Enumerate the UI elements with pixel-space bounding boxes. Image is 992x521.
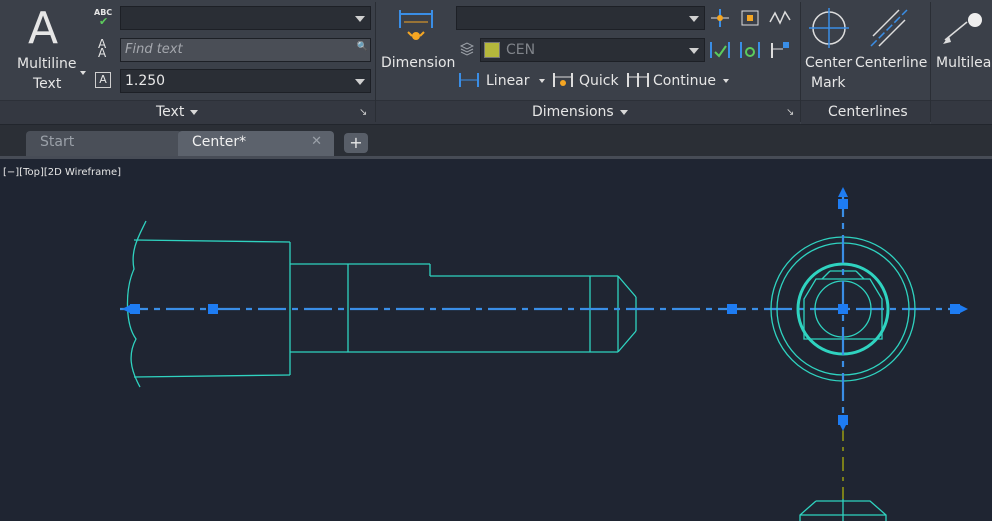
update-dimension-icon[interactable] [739, 40, 761, 60]
grip-square[interactable] [208, 304, 218, 314]
tolerance-icon[interactable] [709, 8, 731, 28]
centerline-button[interactable]: Centerline [855, 2, 927, 98]
dimensions-panel: Dimension CEN Linear Quick Continue Dime… [376, 0, 800, 124]
letter-a-icon: A [28, 3, 59, 54]
multileader-icon [943, 13, 982, 44]
multiline-text-button[interactable]: A Multiline Text [6, 2, 90, 98]
text-panel-title: Text [156, 104, 199, 120]
dialog-launcher-icon[interactable]: ↘ [359, 107, 367, 118]
jogged-dimension-icon[interactable] [769, 8, 791, 28]
layer-value: CEN [506, 42, 536, 58]
text-height-icon[interactable]: A [95, 72, 111, 88]
multileader-label: Multilead [936, 55, 992, 71]
centerline-icon [870, 9, 908, 47]
linear-button[interactable]: Linear [458, 71, 546, 91]
center-mark-icon [809, 8, 849, 48]
break-dimension-icon[interactable] [709, 40, 731, 60]
text-panel-footer[interactable]: Text ↘ [0, 100, 376, 124]
grip-square[interactable] [838, 304, 848, 314]
center-mark-button[interactable]: Center Mark [803, 2, 855, 98]
tab-center[interactable]: Center* ✕ [178, 131, 334, 156]
drawing-canvas[interactable] [0, 159, 992, 521]
text-style-icon[interactable]: AA [98, 38, 112, 59]
continue-dimension-icon [627, 73, 649, 87]
chevron-down-icon [689, 16, 699, 22]
centerlines-panel: Center Mark Centerline Centerlines [801, 0, 930, 124]
drawing-viewport[interactable]: [−][Top][2D Wireframe] [0, 156, 992, 521]
text-style-combo[interactable] [120, 6, 371, 30]
quick-label: Quick [579, 73, 619, 89]
dimension-button[interactable]: Dimension [378, 2, 456, 98]
dimensions-panel-title: Dimensions [532, 104, 628, 120]
dimensions-panel-footer[interactable]: Dimensions ↘ [376, 100, 800, 124]
continue-label: Continue [653, 73, 716, 89]
grip-arrow[interactable] [838, 421, 848, 431]
find-replace-icon[interactable]: 🔍 [357, 42, 368, 52]
multileader-button[interactable]: Multilead [935, 2, 992, 98]
bottom-view-geometry [799, 499, 887, 521]
tab-label: Center* [192, 134, 247, 150]
chevron-down-icon [689, 48, 699, 54]
centerlines-panel-title: Centerlines [828, 104, 908, 120]
continue-button[interactable]: Continue [626, 71, 736, 91]
dialog-launcher-icon[interactable]: ↘ [786, 107, 794, 118]
center-mark-label: Center [805, 55, 853, 71]
centerline-label: Centerline [855, 55, 928, 71]
multiline-text-dropdown-icon[interactable] [80, 71, 86, 75]
grip-square[interactable] [838, 199, 848, 209]
close-icon[interactable]: ✕ [311, 134, 322, 149]
inspect-dimension-icon[interactable] [739, 8, 761, 28]
text-height-combo[interactable]: 1.250 [120, 69, 371, 93]
linear-dropdown-icon[interactable] [539, 79, 545, 83]
grip-arrow[interactable] [958, 304, 968, 314]
ribbon: A Multiline Text ABC ✔ AA A Find text 🔍 … [0, 0, 992, 125]
dim-style-combo[interactable] [456, 6, 705, 30]
dimension-label: Dimension [381, 55, 456, 71]
multiline-text-label-2: Text [33, 76, 62, 92]
grip-square[interactable] [727, 304, 737, 314]
layers-icon [460, 42, 474, 56]
continue-dropdown-icon[interactable] [723, 79, 729, 83]
adjust-space-icon[interactable] [769, 40, 791, 60]
dimension-icon [398, 8, 434, 48]
file-tab-bar: Start Center* ✕ + [0, 125, 992, 156]
center-mark-label-2: Mark [811, 75, 846, 91]
chevron-down-icon [355, 79, 365, 85]
find-text-input[interactable]: Find text 🔍 [120, 38, 371, 62]
tab-label: Start [40, 134, 75, 150]
plus-icon: + [349, 133, 363, 152]
shaft-geometry [126, 220, 637, 388]
linear-dimension-icon [459, 73, 479, 87]
quick-dimension-icon [553, 73, 573, 87]
grip-arrow[interactable] [838, 187, 848, 197]
chevron-down-icon [355, 16, 365, 22]
text-panel: A Multiline Text ABC ✔ AA A Find text 🔍 … [0, 0, 376, 124]
check-spelling-icon[interactable]: ABC ✔ [94, 8, 116, 28]
text-height-value: 1.250 [125, 73, 166, 89]
multiline-text-label: Multiline [17, 56, 77, 72]
centerlines-panel-footer: Centerlines [801, 100, 930, 124]
leaders-panel: Multilead [931, 0, 992, 124]
new-tab-button[interactable]: + [344, 133, 368, 153]
find-text-placeholder: Find text [125, 42, 183, 57]
quick-dimension-button[interactable]: Quick [552, 71, 622, 91]
leaders-panel-footer [931, 100, 992, 124]
layer-combo[interactable]: CEN [480, 38, 705, 62]
layer-color-swatch [484, 42, 500, 58]
linear-label: Linear [486, 73, 530, 89]
tab-start[interactable]: Start [26, 131, 182, 156]
